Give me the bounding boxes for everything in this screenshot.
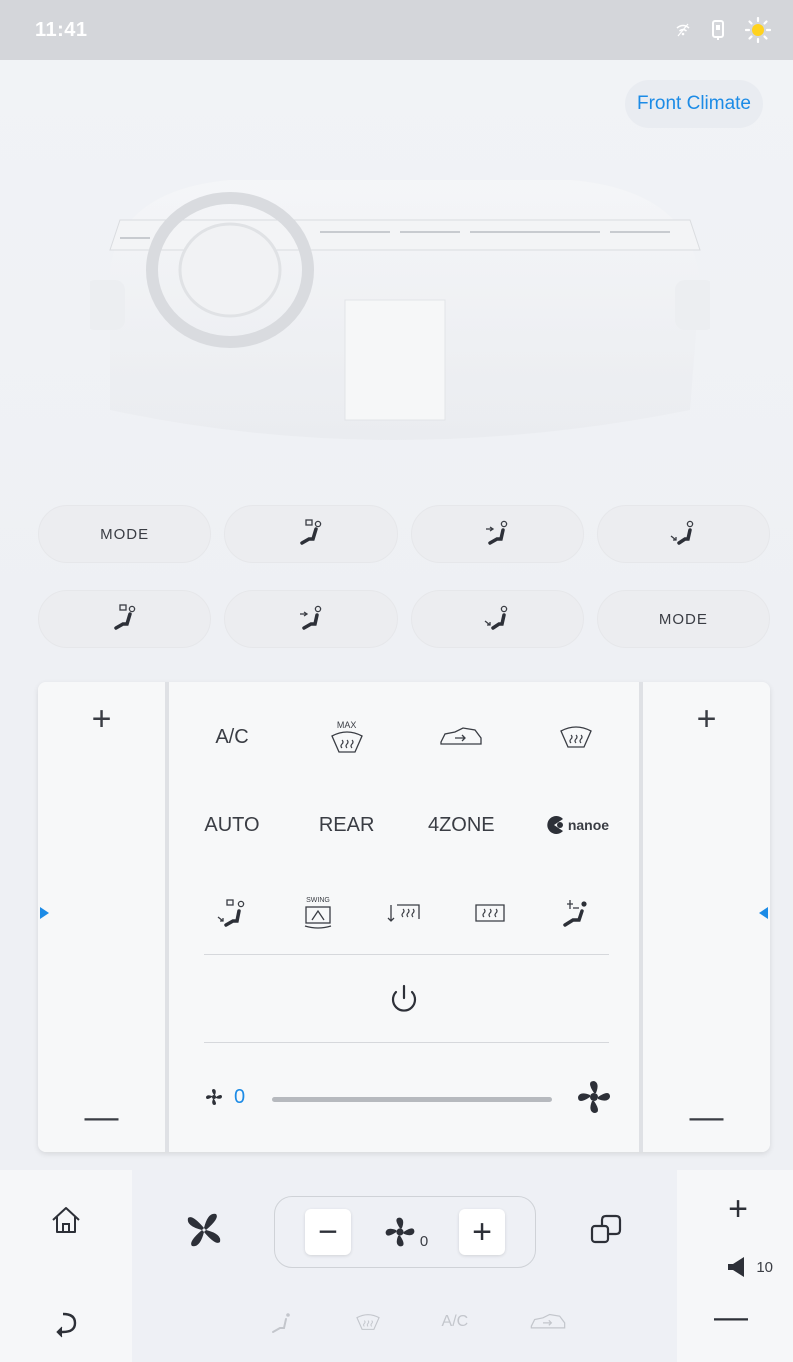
divider <box>204 954 609 955</box>
defrost-face-vent-icon <box>296 518 326 550</box>
recirculation-shortcut-icon[interactable] <box>528 1311 568 1333</box>
back-button[interactable] <box>46 1302 86 1342</box>
fan-speed-value: 0 <box>234 1085 246 1108</box>
fan-small-icon <box>206 1089 222 1105</box>
foot-vent-button[interactable] <box>410 590 584 648</box>
multi-window-icon <box>590 1214 622 1244</box>
volume-control: + 10 — <box>677 1170 793 1362</box>
max-defrost-icon <box>330 731 363 753</box>
defrost-face-vent-button[interactable] <box>224 505 398 563</box>
volume-up-button[interactable]: + <box>728 1192 748 1226</box>
fan-blades-icon <box>187 1213 221 1247</box>
defrost-face-vent-button[interactable] <box>38 590 212 648</box>
zone-title: Front Climate <box>636 93 751 114</box>
defrost-foot-vent-button[interactable] <box>189 898 275 928</box>
left-temp-indicator-icon <box>40 907 49 919</box>
seat-ventilation-icon <box>563 900 587 927</box>
face-vent-icon <box>296 603 326 635</box>
volume-value: 10 <box>756 1258 773 1276</box>
defrost-face-vent-icon <box>110 603 140 635</box>
swing-icon <box>304 906 332 929</box>
fan-up-button[interactable]: + <box>459 1209 505 1255</box>
shortcut-bar: A/C <box>268 1310 568 1334</box>
seat-ventilation-button[interactable] <box>533 898 619 928</box>
ac-button[interactable]: A/C <box>189 726 275 749</box>
max-label: MAX <box>336 720 357 730</box>
seat-vent-shortcut-icon[interactable] <box>268 1310 294 1334</box>
rear-defrost-button[interactable] <box>447 901 533 925</box>
mode-label: MODE <box>658 610 708 628</box>
4zone-button[interactable]: 4ZONE <box>418 814 504 837</box>
car-interior-image <box>90 180 710 440</box>
right-temp-control: + — <box>643 682 770 1152</box>
home-button[interactable] <box>46 1200 86 1240</box>
nanoe-icon <box>547 816 563 834</box>
speaker-icon <box>728 1257 745 1277</box>
bottom-dock: − 0 + A/C + 10 — <box>0 1170 793 1362</box>
fan-speed-control: 0 <box>204 1077 614 1117</box>
power-button[interactable] <box>384 980 424 1020</box>
fan-icon <box>385 1217 415 1247</box>
left-temp-up-button[interactable]: + <box>92 702 112 736</box>
back-icon <box>56 1312 77 1338</box>
brightness-icon <box>745 17 771 43</box>
front-defrost-button[interactable] <box>533 725 619 749</box>
fan-level: 0 <box>382 1214 428 1250</box>
divider <box>204 1042 609 1043</box>
mode-label: MODE <box>100 525 150 543</box>
recirculation-icon <box>440 727 482 745</box>
mode-row-2: MODE <box>38 590 770 648</box>
face-vent-button[interactable] <box>410 505 584 563</box>
mode-button[interactable]: MODE <box>38 505 212 563</box>
face-vent-button[interactable] <box>224 590 398 648</box>
foot-vent-button[interactable] <box>596 505 770 563</box>
home-icon <box>52 1207 80 1233</box>
left-temp-down-button[interactable]: — <box>85 1100 119 1134</box>
swing-button[interactable]: SWING <box>275 897 361 929</box>
dock-nav <box>0 1170 132 1362</box>
right-temp-up-button[interactable]: + <box>697 702 717 736</box>
rear-defrost-icon <box>475 904 505 922</box>
rear-button[interactable]: REAR <box>304 814 390 837</box>
fan-speed-stepper: − 0 + <box>274 1196 536 1268</box>
climate-controls: A/C MAX AUTO REAR 4ZONE nanoe SWING 0 <box>169 682 639 1152</box>
mode-row-1: MODE <box>38 505 770 563</box>
defrost-foot-vent-icon <box>217 899 245 927</box>
sim-icon <box>709 19 727 41</box>
nanoe-button[interactable]: nanoe <box>533 814 619 836</box>
clock: 11:41 <box>35 18 88 41</box>
right-temp-indicator-icon <box>759 907 768 919</box>
face-vent-icon <box>482 518 512 550</box>
climate-panel: + — A/C MAX AUTO REAR 4ZONE nanoe SWING … <box>38 682 770 1152</box>
right-temp-down-button[interactable]: — <box>690 1100 724 1134</box>
fan-down-button[interactable]: − <box>305 1209 351 1255</box>
nanoe-label: nanoe <box>567 817 610 833</box>
defrost-shortcut-icon[interactable] <box>354 1311 382 1333</box>
status-bar: 11:41 <box>0 0 793 60</box>
climate-app-button[interactable] <box>182 1208 226 1252</box>
fan-speed-slider[interactable] <box>272 1097 552 1102</box>
foot-vent-icon <box>482 603 512 635</box>
left-temp-control: + — <box>38 682 165 1152</box>
mode-button[interactable]: MODE <box>596 590 770 648</box>
ac-shortcut[interactable]: A/C <box>442 1313 469 1331</box>
volume-down-button[interactable]: — <box>714 1300 748 1334</box>
wifi-off-icon <box>675 22 691 38</box>
window-switch-button[interactable] <box>584 1208 628 1252</box>
floor-defrost-button[interactable] <box>361 901 447 925</box>
zone-selector-button[interactable]: Front Climate <box>624 80 763 128</box>
max-defrost-button[interactable]: MAX <box>304 720 390 754</box>
auto-button[interactable]: AUTO <box>189 814 275 837</box>
floor-defrost-icon <box>387 904 420 922</box>
volume-level: 10 <box>726 1256 773 1278</box>
swing-label: SWING <box>306 897 330 904</box>
foot-vent-icon <box>668 518 698 550</box>
fan-large-icon <box>578 1081 610 1113</box>
fan-level-value: 0 <box>419 1233 429 1250</box>
front-defrost-icon <box>560 726 592 748</box>
recirculation-button[interactable] <box>418 724 504 750</box>
